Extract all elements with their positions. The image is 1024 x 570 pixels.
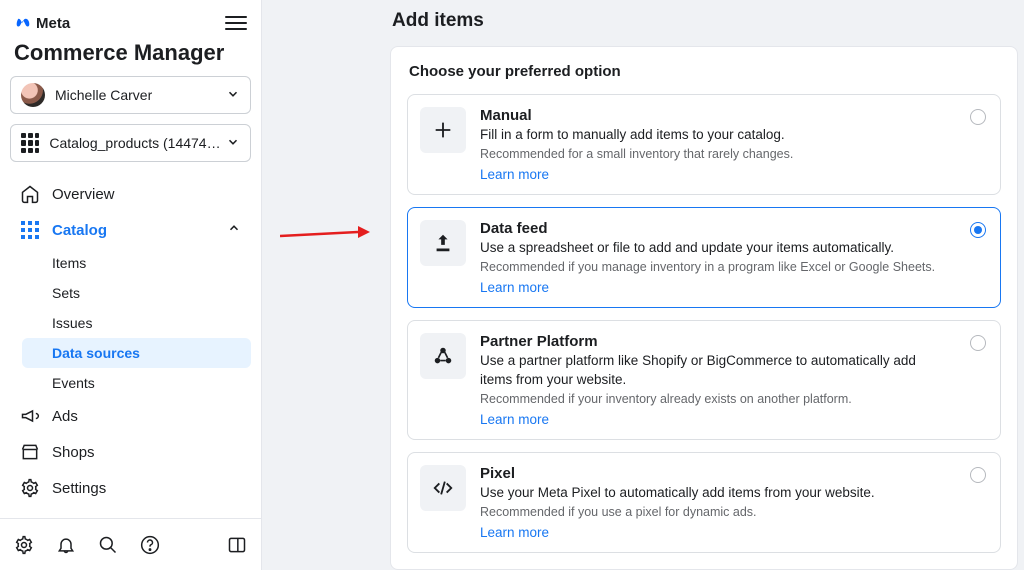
gear-icon bbox=[20, 478, 40, 498]
option-manual[interactable]: Manual Fill in a form to manually add it… bbox=[407, 94, 1001, 195]
catalog-name: Catalog_products (14474070... bbox=[49, 135, 226, 151]
nav: Overview Catalog Items Sets Issues Data … bbox=[10, 176, 251, 506]
partner-icon bbox=[420, 333, 466, 379]
brand: Meta bbox=[14, 14, 70, 32]
option-desc: Use a spreadsheet or file to add and upd… bbox=[480, 239, 935, 257]
subnav-items[interactable]: Items bbox=[22, 248, 251, 278]
option-desc: Use a partner platform like Shopify or B… bbox=[480, 352, 950, 388]
catalog-icon bbox=[21, 133, 39, 153]
radio-manual[interactable] bbox=[970, 109, 986, 125]
avatar bbox=[21, 83, 45, 107]
radio-partner[interactable] bbox=[970, 335, 986, 351]
learn-more-link[interactable]: Learn more bbox=[480, 280, 549, 295]
search-icon[interactable] bbox=[98, 535, 118, 555]
app-title: Commerce Manager bbox=[10, 38, 251, 76]
option-desc: Fill in a form to manually add items to … bbox=[480, 126, 793, 144]
notifications-icon[interactable] bbox=[56, 535, 76, 555]
option-partner-platform[interactable]: Partner Platform Use a partner platform … bbox=[407, 320, 1001, 439]
option-title: Manual bbox=[480, 107, 793, 124]
option-data-feed[interactable]: Data feed Use a spreadsheet or file to a… bbox=[407, 207, 1001, 308]
chevron-up-icon bbox=[227, 221, 241, 239]
option-reco: Recommended for a small inventory that r… bbox=[480, 147, 793, 161]
chevron-down-icon bbox=[226, 87, 240, 104]
subnav-events[interactable]: Events bbox=[22, 368, 251, 398]
nav-catalog[interactable]: Catalog bbox=[10, 212, 251, 248]
nav-shops[interactable]: Shops bbox=[10, 434, 251, 470]
main-content: Add items Choose your preferred option M… bbox=[262, 0, 1024, 570]
radio-data-feed[interactable] bbox=[970, 222, 986, 238]
bottom-toolbar bbox=[0, 518, 261, 570]
learn-more-link[interactable]: Learn more bbox=[480, 167, 549, 182]
option-reco: Recommended if you use a pixel for dynam… bbox=[480, 505, 875, 519]
panel-toggle-icon[interactable] bbox=[227, 535, 247, 555]
subnav-data-sources[interactable]: Data sources bbox=[22, 338, 251, 368]
learn-more-link[interactable]: Learn more bbox=[480, 412, 549, 427]
card-heading: Choose your preferred option bbox=[407, 63, 1001, 80]
account-selector[interactable]: Michelle Carver bbox=[10, 76, 251, 114]
nav-label: Shops bbox=[52, 444, 95, 461]
plus-icon bbox=[420, 107, 466, 153]
account-name: Michelle Carver bbox=[55, 87, 152, 103]
megaphone-icon bbox=[20, 406, 40, 426]
radio-pixel[interactable] bbox=[970, 467, 986, 483]
nav-label: Ads bbox=[52, 408, 78, 425]
brand-text: Meta bbox=[36, 15, 70, 32]
option-reco: Recommended if you manage inventory in a… bbox=[480, 260, 935, 274]
nav-label: Catalog bbox=[52, 222, 107, 239]
page-title: Add items bbox=[392, 10, 1004, 32]
learn-more-link[interactable]: Learn more bbox=[480, 525, 549, 540]
subnav-issues[interactable]: Issues bbox=[22, 308, 251, 338]
nav-catalog-subnav: Items Sets Issues Data sources Events bbox=[10, 248, 251, 398]
help-icon[interactable] bbox=[140, 535, 160, 555]
option-title: Pixel bbox=[480, 465, 875, 482]
option-desc: Use your Meta Pixel to automatically add… bbox=[480, 484, 875, 502]
option-pixel[interactable]: Pixel Use your Meta Pixel to automatical… bbox=[407, 452, 1001, 553]
home-icon bbox=[20, 184, 40, 204]
chevron-down-icon bbox=[226, 135, 240, 152]
options-card: Choose your preferred option Manual Fill… bbox=[390, 46, 1018, 570]
meta-logo-icon bbox=[14, 14, 32, 32]
option-title: Partner Platform bbox=[480, 333, 950, 350]
grid-icon bbox=[20, 221, 40, 239]
code-icon bbox=[420, 465, 466, 511]
subnav-sets[interactable]: Sets bbox=[22, 278, 251, 308]
nav-label: Settings bbox=[52, 480, 106, 497]
upload-icon bbox=[420, 220, 466, 266]
sidebar: Meta Commerce Manager Michelle Carver Ca… bbox=[0, 0, 262, 570]
nav-settings[interactable]: Settings bbox=[10, 470, 251, 506]
nav-ads[interactable]: Ads bbox=[10, 398, 251, 434]
option-reco: Recommended if your inventory already ex… bbox=[480, 392, 950, 406]
menu-toggle-button[interactable] bbox=[225, 12, 247, 34]
shop-icon bbox=[20, 442, 40, 462]
nav-label: Overview bbox=[52, 186, 115, 203]
catalog-selector[interactable]: Catalog_products (14474070... bbox=[10, 124, 251, 162]
option-title: Data feed bbox=[480, 220, 935, 237]
settings-icon[interactable] bbox=[14, 535, 34, 555]
nav-overview[interactable]: Overview bbox=[10, 176, 251, 212]
